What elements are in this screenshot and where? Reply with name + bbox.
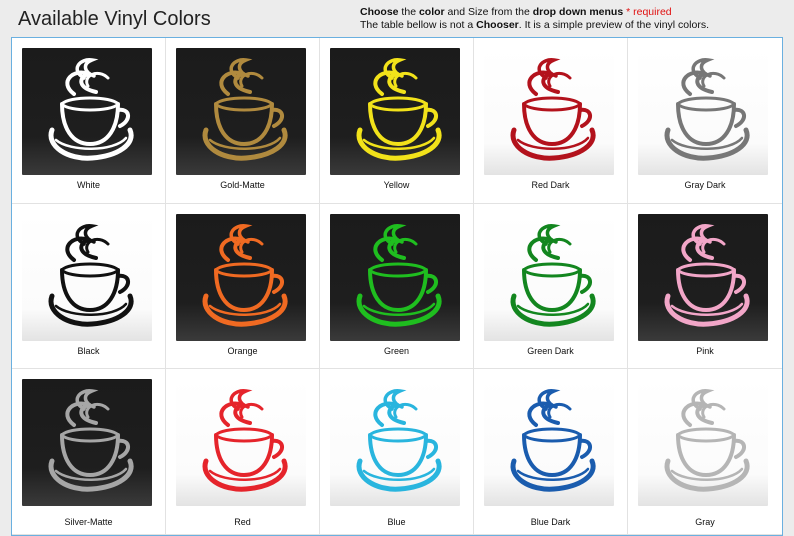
color-text: color xyxy=(418,6,445,18)
color-cell: White xyxy=(12,38,166,204)
instructions: Choose the color and Size from the drop … xyxy=(360,6,780,32)
color-label: Gray xyxy=(695,517,715,528)
color-cell: Gold-Matte xyxy=(166,38,320,204)
coffee-cup-icon xyxy=(48,389,134,492)
color-label: Red Dark xyxy=(531,180,570,190)
color-cell: Black xyxy=(12,203,166,370)
color-label: Yellow xyxy=(383,180,410,190)
color-label: Orange xyxy=(227,345,258,356)
color-swatch xyxy=(638,213,768,341)
and-text: and Size from the xyxy=(444,6,533,18)
color-label: Green xyxy=(383,345,409,356)
page-title: Available Vinyl Colors xyxy=(18,8,211,30)
coffee-cup-icon xyxy=(48,58,134,161)
color-cell: Gray xyxy=(628,369,782,535)
color-cell: Gray Dark xyxy=(628,38,782,204)
color-cell: Orange xyxy=(166,203,320,370)
color-swatch xyxy=(176,379,306,507)
color-swatch xyxy=(484,379,614,507)
color-swatch xyxy=(22,379,152,507)
color-cell: Yellow xyxy=(320,38,474,204)
coffee-cup-icon xyxy=(664,223,750,327)
color-cell: Red xyxy=(166,369,320,535)
color-swatch xyxy=(22,213,152,341)
not-a-text: The table bellow is not a xyxy=(360,19,477,31)
coffee-cup-icon xyxy=(202,389,288,492)
color-label: Gray Dark xyxy=(684,180,726,190)
color-cell: Blue Dark xyxy=(474,369,628,535)
chooser-text: Chooser xyxy=(476,19,519,31)
coffee-cup-icon xyxy=(510,389,596,492)
coffee-cup-icon xyxy=(356,389,442,492)
coffee-cup-icon xyxy=(356,223,442,327)
coffee-cup-icon xyxy=(356,58,442,161)
coffee-cup-icon xyxy=(510,223,596,327)
color-swatch xyxy=(638,48,768,175)
color-label: Gold-Matte xyxy=(220,180,265,190)
color-cell: Silver-Matte xyxy=(12,369,166,535)
the-text: the xyxy=(398,6,419,18)
color-cell: Pink xyxy=(628,204,782,370)
menus-text: drop down menus xyxy=(532,6,624,18)
coffee-cup-icon xyxy=(510,58,596,161)
color-swatch xyxy=(330,379,460,507)
color-swatch xyxy=(176,213,306,341)
color-swatch xyxy=(484,48,614,175)
color-cell: Red Dark xyxy=(474,38,628,204)
color-label: Blue xyxy=(387,517,406,528)
color-label: White xyxy=(76,180,100,190)
color-swatch xyxy=(176,48,306,175)
coffee-cup-icon xyxy=(664,389,750,492)
page-header: Available Vinyl Colors Choose the color … xyxy=(0,0,794,38)
preview-text: . It is a simple preview of the vinyl co… xyxy=(518,19,709,31)
color-label: Black xyxy=(77,345,100,356)
color-swatch xyxy=(484,213,614,341)
color-cell: Blue xyxy=(320,369,474,535)
color-label: Red xyxy=(234,517,251,528)
coffee-cup-icon xyxy=(664,58,750,161)
color-cell: Green Dark xyxy=(474,203,628,370)
color-swatch xyxy=(638,379,768,507)
color-grid: White Gold-Matte Yellow Red Dark Gray Da… xyxy=(11,37,783,536)
instruction-line-2: The table bellow is not a Chooser. It is… xyxy=(360,19,780,32)
coffee-cup-icon xyxy=(202,223,288,327)
required-text: * required xyxy=(623,6,672,18)
choose-text: Choose xyxy=(360,6,399,18)
color-swatch xyxy=(330,213,460,341)
color-label: Green Dark xyxy=(527,345,574,356)
coffee-cup-icon xyxy=(202,58,288,161)
color-label: Pink xyxy=(696,345,714,356)
color-label: Silver-Matte xyxy=(64,517,113,528)
instruction-line-1: Choose the color and Size from the drop … xyxy=(360,6,780,19)
color-swatch xyxy=(22,48,152,175)
color-swatch xyxy=(330,48,460,175)
coffee-cup-icon xyxy=(48,223,134,327)
color-cell: Green xyxy=(320,203,474,370)
color-label: Blue Dark xyxy=(530,517,571,528)
